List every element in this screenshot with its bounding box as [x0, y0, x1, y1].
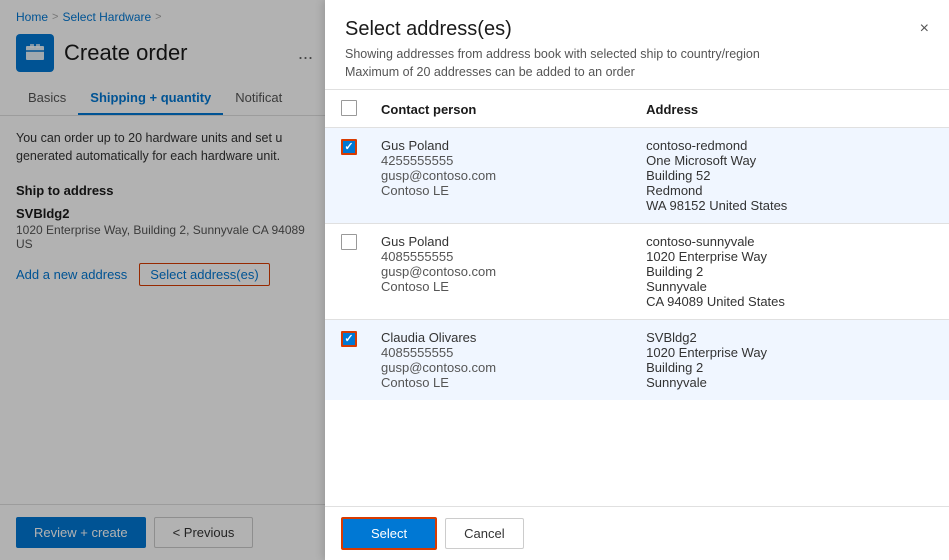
- select-all-checkbox[interactable]: [341, 100, 357, 116]
- addr-line3: Building 52: [646, 168, 937, 183]
- col-header-checkbox: [325, 90, 369, 128]
- contact-cell-2: Claudia Olivares 4085555555 gusp@contoso…: [369, 320, 634, 401]
- contact-company: Contoso LE: [381, 375, 622, 390]
- modal-footer: Select Cancel: [325, 506, 949, 560]
- contact-cell-0: Gus Poland 4255555555 gusp@contoso.com C…: [369, 128, 634, 224]
- contact-email: gusp@contoso.com: [381, 168, 622, 183]
- contact-name: Claudia Olivares: [381, 330, 622, 345]
- contact-phone: 4085555555: [381, 345, 622, 360]
- modal-note: Maximum of 20 addresses can be added to …: [345, 65, 929, 79]
- cancel-button[interactable]: Cancel: [445, 518, 523, 549]
- address-cell-1: contoso-sunnyvale 1020 Enterprise Way Bu…: [634, 224, 949, 320]
- select-confirm-button[interactable]: Select: [341, 517, 437, 550]
- modal-title: Select address(es): [345, 18, 929, 41]
- address-cell-0: contoso-redmond One Microsoft Way Buildi…: [634, 128, 949, 224]
- col-header-contact: Contact person: [369, 90, 634, 128]
- modal-header: Select address(es) Showing addresses fro…: [325, 0, 949, 90]
- contact-company: Contoso LE: [381, 279, 622, 294]
- contact-cell-1: Gus Poland 4085555555 gusp@contoso.com C…: [369, 224, 634, 320]
- row-checkbox-1: [325, 224, 369, 320]
- contact-phone: 4085555555: [381, 249, 622, 264]
- contact-email: gusp@contoso.com: [381, 360, 622, 375]
- addr-line3: Building 2: [646, 264, 937, 279]
- addr-line2: One Microsoft Way: [646, 153, 937, 168]
- address-table: Contact person Address Gus Poland 425555…: [325, 90, 949, 400]
- modal-close-button[interactable]: ×: [916, 16, 933, 42]
- modal-subtitle: Showing addresses from address book with…: [345, 47, 929, 61]
- addr-line4: Sunnyvale: [646, 375, 937, 390]
- contact-phone: 4255555555: [381, 153, 622, 168]
- table-header-row: Contact person Address: [325, 90, 949, 128]
- contact-company: Contoso LE: [381, 183, 622, 198]
- modal-body: Contact person Address Gus Poland 425555…: [325, 90, 949, 506]
- select-addresses-modal: Select address(es) Showing addresses fro…: [325, 0, 949, 560]
- address-cell-2: SVBldg2 1020 Enterprise Way Building 2 S…: [634, 320, 949, 401]
- table-row: Gus Poland 4255555555 gusp@contoso.com C…: [325, 128, 949, 224]
- addr-line2: 1020 Enterprise Way: [646, 249, 937, 264]
- contact-name: Gus Poland: [381, 138, 622, 153]
- addr-line3: Building 2: [646, 360, 937, 375]
- row-checkbox-0: [325, 128, 369, 224]
- addr-line4: Redmond: [646, 183, 937, 198]
- contact-email: gusp@contoso.com: [381, 264, 622, 279]
- addr-line5: WA 98152 United States: [646, 198, 937, 213]
- addr-line1: SVBldg2: [646, 330, 937, 345]
- table-row: Gus Poland 4085555555 gusp@contoso.com C…: [325, 224, 949, 320]
- col-header-address: Address: [634, 90, 949, 128]
- addr-line2: 1020 Enterprise Way: [646, 345, 937, 360]
- checkbox-2[interactable]: [341, 331, 357, 347]
- table-row: Claudia Olivares 4085555555 gusp@contoso…: [325, 320, 949, 401]
- addr-line1: contoso-redmond: [646, 138, 937, 153]
- row-checkbox-2: [325, 320, 369, 401]
- addr-line4: Sunnyvale: [646, 279, 937, 294]
- checkbox-1[interactable]: [341, 234, 357, 250]
- contact-name: Gus Poland: [381, 234, 622, 249]
- addr-line1: contoso-sunnyvale: [646, 234, 937, 249]
- addr-line5: CA 94089 United States: [646, 294, 937, 309]
- checkbox-0[interactable]: [341, 139, 357, 155]
